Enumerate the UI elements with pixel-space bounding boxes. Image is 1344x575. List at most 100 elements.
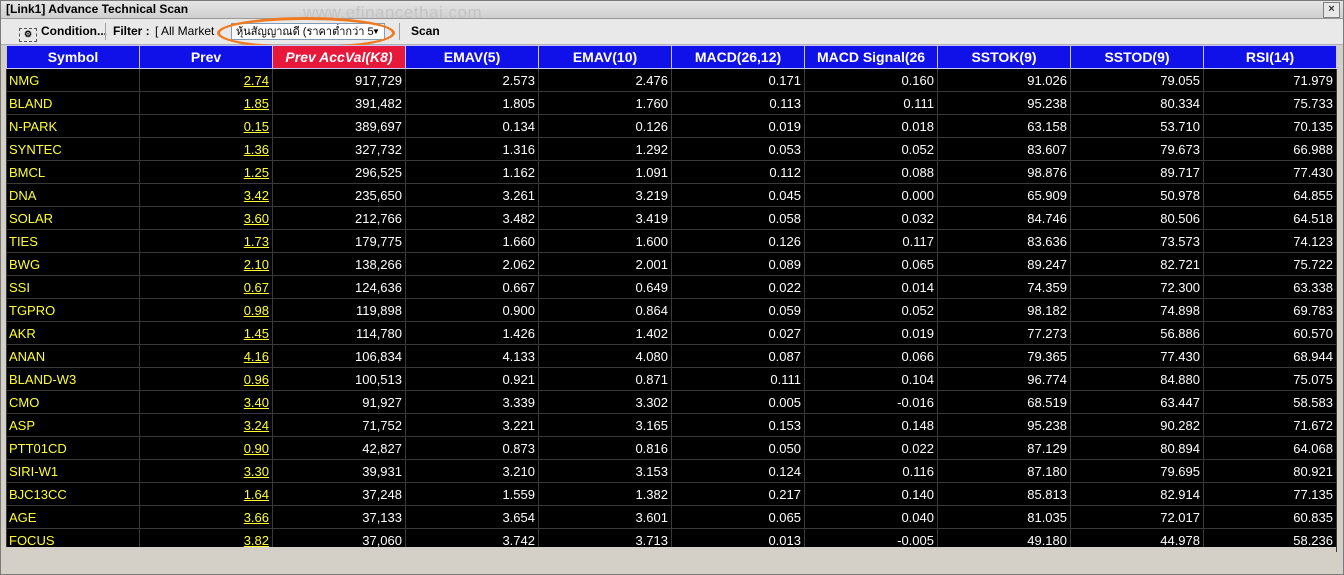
table-row[interactable]: TIES 1.73 179,775 1.660 1.600 0.126 0.117 83.63… xyxy=(6,229,1337,253)
table-cell: 37,133 xyxy=(272,505,406,529)
column-header[interactable]: MACD Signal(26 xyxy=(804,45,938,69)
column-header[interactable]: EMAV(10) xyxy=(538,45,672,69)
close-icon[interactable]: × xyxy=(1323,2,1340,18)
column-header[interactable]: SSTOK(9) xyxy=(937,45,1071,69)
symbol-cell[interactable]: SYNTEC xyxy=(6,137,140,161)
table-cell: 95.238 xyxy=(937,91,1071,115)
table-cell: 66.988 xyxy=(1203,137,1337,161)
symbol-cell[interactable]: BMCL xyxy=(6,160,140,184)
toolbar-divider xyxy=(105,23,106,40)
table-row[interactable]: CMO 3.40 91,927 3.339 3.302 0.005 -0.016 68.519… xyxy=(6,390,1337,414)
prev-link-cell[interactable]: 2.10 xyxy=(139,252,273,276)
column-header[interactable]: MACD(26,12) xyxy=(671,45,805,69)
table-row[interactable]: BJC13CC 1.64 37,248 1.559 1.382 0.217 0.140 85.… xyxy=(6,482,1337,506)
prev-link-cell[interactable]: 1.45 xyxy=(139,321,273,345)
table-cell: 82.721 xyxy=(1070,252,1204,276)
table-row[interactable]: SIRI-W1 3.30 39,931 3.210 3.153 0.124 0.116 87.… xyxy=(6,459,1337,483)
symbol-cell[interactable]: BWG xyxy=(6,252,140,276)
prev-link-cell[interactable]: 0.15 xyxy=(139,114,273,138)
symbol-cell[interactable]: TIES xyxy=(6,229,140,253)
symbol-cell[interactable]: ASP xyxy=(6,413,140,437)
symbol-cell[interactable]: N-PARK xyxy=(6,114,140,138)
table-row[interactable]: BWG 2.10 138,266 2.062 2.001 0.089 0.065 89.247… xyxy=(6,252,1337,276)
table-cell: 81.035 xyxy=(937,505,1071,529)
symbol-cell[interactable]: SSI xyxy=(6,275,140,299)
table-cell: 0.111 xyxy=(804,91,938,115)
column-header[interactable]: EMAV(5) xyxy=(405,45,539,69)
table-row[interactable]: AKR 1.45 114,780 1.426 1.402 0.027 0.019 77.273… xyxy=(6,321,1337,345)
table-row[interactable]: ASP 3.24 71,752 3.221 3.165 0.153 0.148 95.238 9… xyxy=(6,413,1337,437)
symbol-cell[interactable]: TGPRO xyxy=(6,298,140,322)
table-cell: 60.835 xyxy=(1203,505,1337,529)
table-cell: 80.921 xyxy=(1203,459,1337,483)
table-cell: 0.014 xyxy=(804,275,938,299)
prev-link-cell[interactable]: 0.90 xyxy=(139,436,273,460)
prev-link-cell[interactable]: 1.36 xyxy=(139,137,273,161)
column-header[interactable]: Prev AccVal(K8) xyxy=(272,45,406,69)
table-cell: 2.573 xyxy=(405,68,539,92)
table-cell: 3.654 xyxy=(405,505,539,529)
prev-link-cell[interactable]: 1.73 xyxy=(139,229,273,253)
prev-link-cell[interactable]: 4.16 xyxy=(139,344,273,368)
prev-link-cell[interactable]: 3.30 xyxy=(139,459,273,483)
symbol-cell[interactable]: BLAND xyxy=(6,91,140,115)
table-row[interactable]: BLAND 1.85 391,482 1.805 1.760 0.113 0.111 95.2… xyxy=(6,91,1337,115)
table-row[interactable]: TGPRO 0.98 119,898 0.900 0.864 0.059 0.052 98.1… xyxy=(6,298,1337,322)
symbol-cell[interactable]: SOLAR xyxy=(6,206,140,230)
results-grid: Symbol Prev Prev AccVal(K8) EMAV(5) EMAV(10)… xyxy=(6,45,1337,552)
symbol-cell[interactable]: DNA xyxy=(6,183,140,207)
symbol-cell[interactable]: PTT01CD xyxy=(6,436,140,460)
chevron-down-icon[interactable]: ▼ xyxy=(370,25,382,38)
prev-link-cell[interactable]: 0.96 xyxy=(139,367,273,391)
prev-link-cell[interactable]: 2.74 xyxy=(139,68,273,92)
table-row[interactable]: PTT01CD 0.90 42,827 0.873 0.816 0.050 0.022 87.… xyxy=(6,436,1337,460)
prev-link-cell[interactable]: 1.85 xyxy=(139,91,273,115)
column-header[interactable]: Symbol xyxy=(6,45,140,69)
table-cell: 0.053 xyxy=(671,137,805,161)
prev-link-cell[interactable]: 3.42 xyxy=(139,183,273,207)
table-cell: 124,636 xyxy=(272,275,406,299)
table-row[interactable]: SOLAR 3.60 212,766 3.482 3.419 0.058 0.032 84.7… xyxy=(6,206,1337,230)
symbol-cell[interactable]: AKR xyxy=(6,321,140,345)
condition-button[interactable]: ⚙ Condition... xyxy=(15,22,111,42)
table-cell: 389,697 xyxy=(272,114,406,138)
prev-link-cell[interactable]: 0.67 xyxy=(139,275,273,299)
symbol-cell[interactable]: SIRI-W1 xyxy=(6,459,140,483)
column-header[interactable]: SSTOD(9) xyxy=(1070,45,1204,69)
table-row[interactable]: DNA 3.42 235,650 3.261 3.219 0.045 0.000 65.909… xyxy=(6,183,1337,207)
prev-link-cell[interactable]: 0.98 xyxy=(139,298,273,322)
prev-link-cell[interactable]: 3.66 xyxy=(139,505,273,529)
table-cell: 80.334 xyxy=(1070,91,1204,115)
symbol-cell[interactable]: AGE xyxy=(6,505,140,529)
symbol-cell[interactable]: NMG xyxy=(6,68,140,92)
symbol-cell[interactable]: BJC13CC xyxy=(6,482,140,506)
table-row[interactable]: BMCL 1.25 296,525 1.162 1.091 0.112 0.088 98.87… xyxy=(6,160,1337,184)
table-row[interactable]: SSI 0.67 124,636 0.667 0.649 0.022 0.014 74.359… xyxy=(6,275,1337,299)
preset-filter-select[interactable]: หุ้นสัญญาณดี (ราคาต่ำกว่า 5 ▼ xyxy=(231,23,385,40)
table-row[interactable]: NMG 2.74 917,729 2.573 2.476 0.171 0.160 91.026… xyxy=(6,68,1337,92)
table-cell: 3.153 xyxy=(538,459,672,483)
prev-link-cell[interactable]: 1.25 xyxy=(139,160,273,184)
table-row[interactable]: BLAND-W3 0.96 100,513 0.921 0.871 0.111 0.104 9… xyxy=(6,367,1337,391)
column-header[interactable]: RSI(14) xyxy=(1203,45,1337,69)
table-cell: 63.447 xyxy=(1070,390,1204,414)
table-row[interactable]: AGE 3.66 37,133 3.654 3.601 0.065 0.040 81.035 7… xyxy=(6,505,1337,529)
table-cell: 0.921 xyxy=(405,367,539,391)
table-cell: 179,775 xyxy=(272,229,406,253)
prev-link-cell[interactable]: 3.60 xyxy=(139,206,273,230)
scan-button[interactable]: Scan xyxy=(407,22,444,41)
table-cell: 0.112 xyxy=(671,160,805,184)
symbol-cell[interactable]: CMO xyxy=(6,390,140,414)
column-header[interactable]: Prev xyxy=(139,45,273,69)
market-filter-select[interactable]: [ All Market xyxy=(152,23,217,40)
prev-link-cell[interactable]: 3.24 xyxy=(139,413,273,437)
prev-link-cell[interactable]: 3.40 xyxy=(139,390,273,414)
table-cell: 91,927 xyxy=(272,390,406,414)
prev-link-cell[interactable]: 1.64 xyxy=(139,482,273,506)
symbol-cell[interactable]: ANAN xyxy=(6,344,140,368)
table-row[interactable]: SYNTEC 1.36 327,732 1.316 1.292 0.053 0.052 83.… xyxy=(6,137,1337,161)
symbol-cell[interactable]: BLAND-W3 xyxy=(6,367,140,391)
table-cell: 0.111 xyxy=(671,367,805,391)
table-row[interactable]: N-PARK 0.15 389,697 0.134 0.126 0.019 0.018 63.… xyxy=(6,114,1337,138)
table-row[interactable]: ANAN 4.16 106,834 4.133 4.080 0.087 0.066 79.36… xyxy=(6,344,1337,368)
